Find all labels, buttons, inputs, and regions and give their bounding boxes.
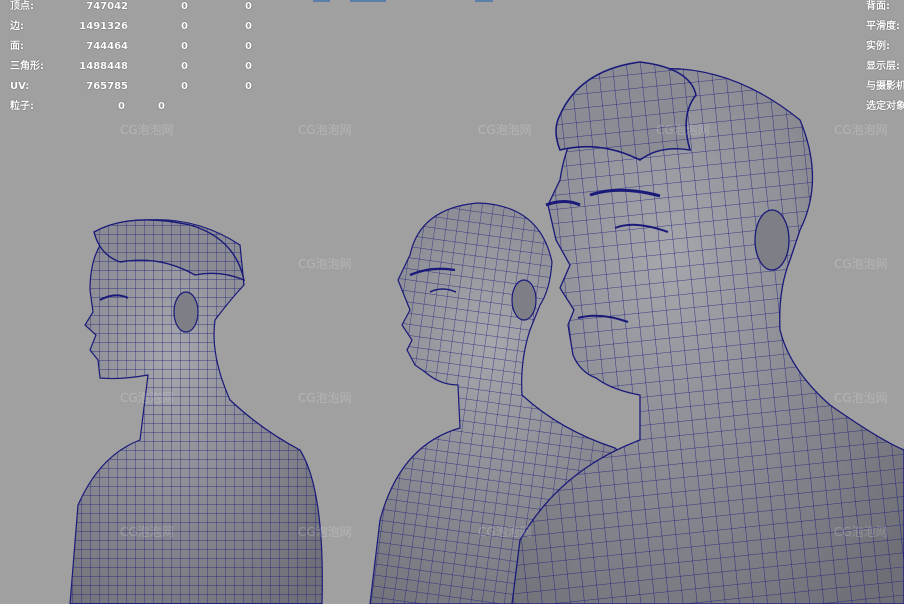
hud-row-edges: 边: 1491326 0 0 [10, 17, 270, 37]
hud-value: 747042 [86, 1, 128, 12]
hud-value: 0 [181, 21, 188, 32]
display-info-hud: 背面: 平滑度: 实例: 显示层: 与摄影机 选定对象 [866, 0, 904, 117]
watermark: CG泡泡网 [120, 525, 174, 539]
watermark: CG泡泡网 [120, 123, 174, 137]
hud-label: 背面: [866, 1, 890, 12]
hud-label: 面: [10, 41, 24, 52]
hud-label: 三角形: [10, 61, 44, 72]
watermark: CG泡泡网 [478, 123, 532, 137]
hud-value: 1491326 [79, 21, 128, 32]
watermark: CG泡泡网 [298, 123, 352, 137]
toolbar-edge [313, 0, 330, 2]
watermark: CG泡泡网 [120, 391, 174, 405]
toolbar-edge [475, 0, 493, 2]
hud-label: 平滑度: [866, 21, 900, 32]
watermark: CG泡泡网 [478, 525, 532, 539]
watermark: CG泡泡网 [298, 391, 352, 405]
maya-viewport[interactable]: CG泡泡网 CG泡泡网 CG泡泡网 CG泡泡网 CG泡泡网 CG泡泡网 CG泡泡… [0, 0, 904, 604]
watermark: CG泡泡网 [298, 525, 352, 539]
hud-value: 1488448 [79, 61, 128, 72]
hud-value: 0 [245, 81, 252, 92]
watermark: CG泡泡网 [298, 257, 352, 271]
hud-row-uvs: UV: 765785 0 0 [10, 77, 270, 97]
hud-label: 顶点: [10, 1, 34, 12]
hud-value: 0 [181, 1, 188, 12]
hud-row-triangles: 三角形: 1488448 0 0 [10, 57, 270, 77]
hud-label: 显示层: [866, 61, 900, 72]
hud-value: 0 [181, 61, 188, 72]
hud-value: 0 [245, 61, 252, 72]
poly-count-hud: 顶点: 747042 0 0 边: 1491326 0 0 面: 744464 … [10, 0, 270, 117]
hud-value: 0 [181, 81, 188, 92]
watermark: CG泡泡网 [834, 525, 888, 539]
toolbar-edge [350, 0, 386, 2]
hud-label: 边: [10, 21, 24, 32]
watermark: CG泡泡网 [656, 123, 710, 137]
watermark: CG泡泡网 [834, 123, 888, 137]
watermark: CG泡泡网 [834, 391, 888, 405]
hud-value: 0 [245, 1, 252, 12]
hud-label: 与摄影机 [866, 81, 904, 92]
hud-label: 粒子: [10, 101, 34, 112]
hud-label: 实例: [866, 41, 890, 52]
hud-row-particles: 粒子: 0 0 [10, 97, 270, 117]
hud-label: UV: [10, 81, 30, 92]
hud-value: 0 [245, 21, 252, 32]
hud-label: 选定对象 [866, 101, 904, 112]
hud-value: 765785 [86, 81, 128, 92]
hud-value: 0 [118, 101, 125, 112]
hud-row-vertices: 顶点: 747042 0 0 [10, 0, 270, 17]
head-model-left[interactable] [69, 219, 323, 604]
watermark: CG泡泡网 [834, 257, 888, 271]
hud-value: 744464 [86, 41, 128, 52]
hud-value: 0 [158, 101, 165, 112]
hud-row-faces: 面: 744464 0 0 [10, 37, 270, 57]
hud-value: 0 [181, 41, 188, 52]
hud-value: 0 [245, 41, 252, 52]
